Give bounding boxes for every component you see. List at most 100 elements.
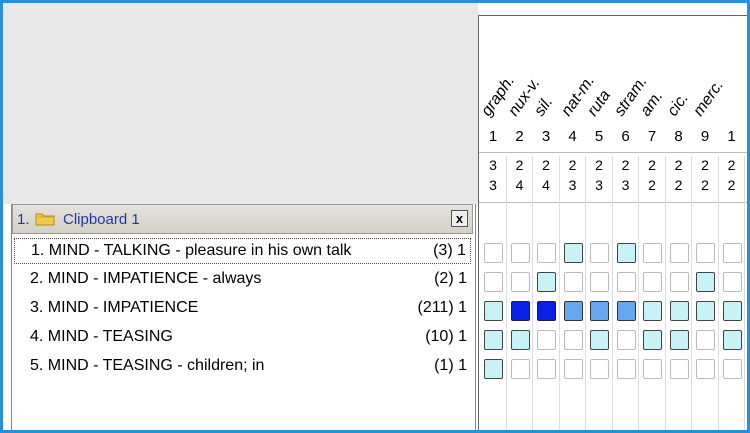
- column-number: 4: [568, 128, 577, 145]
- rubric-count: (2) 1: [434, 270, 467, 287]
- grade-cell[interactable]: [563, 243, 583, 263]
- column-number: 8: [674, 128, 683, 145]
- close-icon: x: [455, 211, 464, 226]
- row-divider: [479, 152, 747, 153]
- remedy-score: 2: [568, 157, 577, 173]
- grade-cell[interactable]: [669, 272, 689, 292]
- remedy-score: 3: [621, 177, 630, 193]
- remedy-score: 3: [489, 157, 497, 173]
- repertorization-grid: graph. nux-v. sil. nat-m. ruta stram. am. cic. m…: [478, 15, 747, 430]
- grade-cell[interactable]: [616, 301, 636, 321]
- column-divider: [744, 156, 745, 430]
- grade-cell[interactable]: [484, 330, 503, 350]
- folder-icon: [35, 213, 55, 226]
- grade-cell[interactable]: [643, 301, 662, 321]
- rubric-row[interactable]: 3. MIND - IMPATIENCE (211) 1: [14, 296, 471, 322]
- clipboard-panel: 1. Clipboard 1 x 1. MIND - TALKING - ple…: [11, 204, 476, 430]
- grade-cell[interactable]: [722, 243, 742, 263]
- remedy-score: 2: [648, 157, 656, 173]
- remedy-score: 2: [648, 177, 656, 193]
- rubric-row[interactable]: 2. MIND - IMPATIENCE - always (2) 1: [14, 267, 471, 293]
- column-number: 1: [727, 128, 736, 145]
- grade-cell[interactable]: [510, 330, 530, 350]
- grade-cell[interactable]: [484, 272, 503, 292]
- grade-cell[interactable]: [616, 330, 636, 350]
- column-divider: [717, 156, 719, 430]
- rubric-count: (10) 1: [425, 328, 467, 345]
- grade-cell[interactable]: [696, 359, 715, 379]
- column-divider: [558, 156, 560, 430]
- column-number: 9: [700, 128, 710, 145]
- grade-cell[interactable]: [696, 330, 715, 350]
- grade-cell[interactable]: [669, 359, 689, 379]
- grade-cell[interactable]: [590, 359, 609, 379]
- grade-cell[interactable]: [696, 272, 715, 292]
- column-number: 7: [647, 128, 657, 145]
- grade-cell[interactable]: [537, 243, 556, 263]
- grade-cell[interactable]: [722, 272, 742, 292]
- grade-cell[interactable]: [484, 359, 503, 379]
- grade-cell[interactable]: [537, 272, 556, 292]
- grade-cell[interactable]: [510, 301, 530, 321]
- grade-cell[interactable]: [563, 359, 583, 379]
- grade-cell[interactable]: [590, 301, 609, 321]
- grade-cell[interactable]: [616, 272, 636, 292]
- grade-cell[interactable]: [510, 243, 530, 263]
- grade-cell[interactable]: [510, 359, 530, 379]
- column-divider: [638, 156, 639, 430]
- remedy-score: 3: [595, 177, 603, 193]
- grade-cell[interactable]: [669, 243, 689, 263]
- grade-cell[interactable]: [722, 301, 742, 321]
- grade-cell[interactable]: [590, 272, 609, 292]
- remedy-score: 2: [701, 157, 709, 173]
- remedy-score: 2: [542, 157, 550, 173]
- remedy-score: 4: [515, 177, 524, 193]
- remedy-header[interactable]: cic.: [664, 90, 693, 120]
- clipboard-header[interactable]: 1. Clipboard 1 x: [12, 204, 473, 234]
- grade-cell[interactable]: [484, 301, 503, 321]
- rubric-row[interactable]: 4. MIND - TEASING (10) 1: [14, 325, 471, 351]
- grade-cell[interactable]: [643, 330, 662, 350]
- grade-cell[interactable]: [537, 301, 556, 321]
- remedy-score: 2: [674, 157, 683, 173]
- grade-cell[interactable]: [643, 272, 662, 292]
- grade-cell[interactable]: [722, 359, 742, 379]
- grade-cell[interactable]: [722, 330, 742, 350]
- row-divider: [479, 202, 747, 203]
- grade-cell[interactable]: [510, 272, 530, 292]
- grade-cell[interactable]: [537, 359, 556, 379]
- grade-cell[interactable]: [643, 243, 662, 263]
- grade-cell[interactable]: [563, 301, 583, 321]
- empty-area: [3, 3, 478, 204]
- grade-cell[interactable]: [563, 330, 583, 350]
- remedy-score: 2: [595, 157, 603, 173]
- remedy-score: 3: [489, 177, 497, 193]
- grade-cell[interactable]: [669, 301, 689, 321]
- remedy-score: 2: [515, 157, 524, 173]
- grade-cell[interactable]: [696, 243, 715, 263]
- grade-cell[interactable]: [616, 243, 636, 263]
- remedy-score: 4: [542, 177, 550, 193]
- grade-cell[interactable]: [590, 243, 609, 263]
- rubric-row[interactable]: 5. MIND - TEASING - children; in (1) 1: [14, 354, 471, 380]
- grade-cell[interactable]: [537, 330, 556, 350]
- column-divider: [532, 156, 533, 430]
- remedy-header[interactable]: merc.: [690, 77, 728, 120]
- grade-cell[interactable]: [563, 272, 583, 292]
- clipboard-number: 1.: [17, 211, 30, 228]
- grade-cell[interactable]: [484, 243, 503, 263]
- grade-cell[interactable]: [590, 330, 609, 350]
- rubric-row[interactable]: 1. MIND - TALKING - pleasure in his own …: [14, 238, 471, 264]
- column-number: 2: [515, 128, 524, 145]
- grade-cell[interactable]: [616, 359, 636, 379]
- column-divider: [505, 156, 507, 430]
- remedy-score: 3: [568, 177, 577, 193]
- app-content: 1. Clipboard 1 x 1. MIND - TALKING - ple…: [3, 3, 747, 430]
- grade-cell[interactable]: [696, 301, 715, 321]
- grade-cell[interactable]: [669, 330, 689, 350]
- column-divider: [585, 156, 586, 430]
- column-number: 6: [621, 128, 630, 145]
- grade-cell[interactable]: [643, 359, 662, 379]
- rubric-count: (211) 1: [417, 299, 467, 316]
- close-button[interactable]: x: [451, 210, 468, 227]
